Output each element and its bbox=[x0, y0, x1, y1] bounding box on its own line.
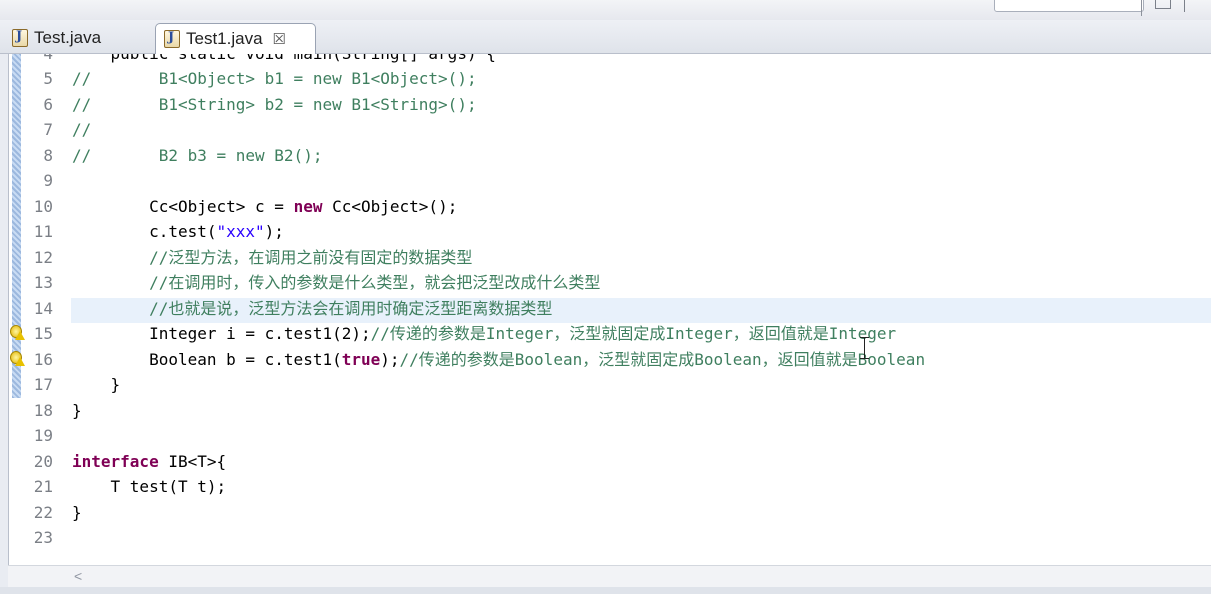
code-line: 20 interface IB<T>{ bbox=[9, 449, 1211, 474]
line-number: 22 bbox=[33, 502, 53, 522]
text-cursor-icon bbox=[860, 336, 869, 360]
code-line: 18} bbox=[9, 398, 1211, 423]
code-text: } bbox=[72, 400, 82, 420]
code-line: 6 // B1<String> b2 = new B1<String>(); bbox=[9, 92, 1211, 117]
bottom-border bbox=[0, 587, 1211, 594]
line-number: 4 bbox=[23, 54, 53, 66]
code-text: // bbox=[72, 120, 92, 139]
code-text: c.test("xxx"); bbox=[72, 222, 284, 241]
code-line: 12 //泛型方法，在调用之前没有固定的数据类型 bbox=[9, 245, 1211, 270]
tab-test-java[interactable]: Test.java bbox=[4, 23, 152, 53]
code-text: } bbox=[72, 375, 121, 394]
line-number: 18 bbox=[33, 400, 53, 420]
line-number: 21 bbox=[33, 477, 53, 496]
perspective-icon[interactable] bbox=[1184, 0, 1185, 12]
line-number: 10 bbox=[33, 196, 53, 216]
editor-tab-bar: Test.java Test1.java ☒ bbox=[0, 20, 1211, 54]
line-number: 13 bbox=[33, 273, 53, 292]
code-text: // B2 b3 = new B2(); bbox=[72, 145, 323, 165]
code-line: 10 Cc<Object> c = new Cc<Object>(); bbox=[9, 194, 1211, 219]
code-line: 15 Integer i = c.test1(2);//传递的参数是Intege… bbox=[9, 321, 1211, 346]
line-number: 14 bbox=[33, 298, 53, 318]
code-line: 22} bbox=[9, 500, 1211, 525]
scroll-left-arrow[interactable]: < bbox=[74, 566, 82, 586]
code-text: //也就是说，泛型方法会在调用时确定泛型距离数据类型 bbox=[72, 298, 553, 318]
close-icon[interactable]: ☒ bbox=[273, 30, 286, 48]
line-number: 7 bbox=[43, 120, 53, 139]
line-number: 19 bbox=[33, 426, 53, 445]
code-editor[interactable]: 4 public static void main(String[] args)… bbox=[8, 54, 1211, 565]
line-number: 9 bbox=[43, 171, 53, 190]
code-text: interface IB<T>{ bbox=[72, 451, 227, 471]
tab-label: Test1.java bbox=[186, 29, 263, 48]
code-line: 17 } bbox=[9, 372, 1211, 397]
java-file-icon bbox=[12, 29, 28, 47]
tab-test1-java[interactable]: Test1.java ☒ bbox=[155, 23, 316, 54]
line-number: 11 bbox=[33, 222, 53, 241]
line-number: 5 bbox=[43, 69, 53, 88]
window-top-strip bbox=[0, 0, 1211, 21]
code-text: Integer i = c.test1(2);//传递的参数是Integer，泛… bbox=[72, 324, 897, 343]
code-line: 7 // bbox=[9, 117, 1211, 142]
code-line: 21 T test(T t); bbox=[9, 474, 1211, 499]
toolbar-separator bbox=[1141, 0, 1142, 16]
code-line: 9 bbox=[9, 168, 1211, 193]
code-line: 14 //也就是说，泛型方法会在调用时确定泛型距离数据类型 bbox=[9, 296, 1211, 321]
line-number: 6 bbox=[43, 94, 53, 114]
code-line: 23 bbox=[9, 525, 1211, 550]
code-line: 8 // B2 b3 = new B2(); bbox=[9, 143, 1211, 168]
code-text: //在调用时，传入的参数是什么类型，就会把泛型改成什么类型 bbox=[72, 273, 601, 292]
line-number: 17 bbox=[33, 375, 53, 394]
tab-label: Test.java bbox=[34, 28, 102, 47]
code-text: T test(T t); bbox=[72, 477, 227, 496]
code-line: 13 //在调用时，传入的参数是什么类型，就会把泛型改成什么类型 bbox=[9, 270, 1211, 295]
code-text: // B1<String> b2 = new B1<String>(); bbox=[72, 94, 477, 114]
code-line-partial: 4 public static void main(String[] args)… bbox=[9, 54, 1211, 66]
line-number: 16 bbox=[33, 349, 53, 369]
code-text: // B1<Object> b1 = new B1<Object>(); bbox=[72, 69, 477, 88]
java-file-icon bbox=[164, 30, 180, 48]
code-text: public static void main(String[] args) { bbox=[72, 54, 496, 66]
code-line: 5 // B1<Object> b1 = new B1<Object>(); bbox=[9, 66, 1211, 91]
line-number: 20 bbox=[33, 451, 53, 471]
code-text: Boolean b = c.test1(true);//传递的参数是Boolea… bbox=[72, 349, 926, 369]
quick-access-input[interactable] bbox=[994, 0, 1144, 12]
code-line: 11 c.test("xxx"); bbox=[9, 219, 1211, 244]
open-perspective-icon[interactable] bbox=[1155, 0, 1171, 9]
code-line: 16 Boolean b = c.test1(true);//传递的参数是Boo… bbox=[9, 347, 1211, 372]
line-number: 23 bbox=[33, 528, 53, 547]
line-number: 8 bbox=[43, 145, 53, 165]
code-line: 19 bbox=[9, 423, 1211, 448]
horizontal-scrollbar[interactable]: < bbox=[8, 565, 1211, 588]
line-number: 12 bbox=[33, 247, 53, 267]
line-number: 15 bbox=[33, 324, 53, 343]
code-text: Cc<Object> c = new Cc<Object>(); bbox=[72, 196, 458, 216]
code-text: //泛型方法，在调用之前没有固定的数据类型 bbox=[72, 247, 473, 267]
code-text: } bbox=[72, 502, 82, 522]
